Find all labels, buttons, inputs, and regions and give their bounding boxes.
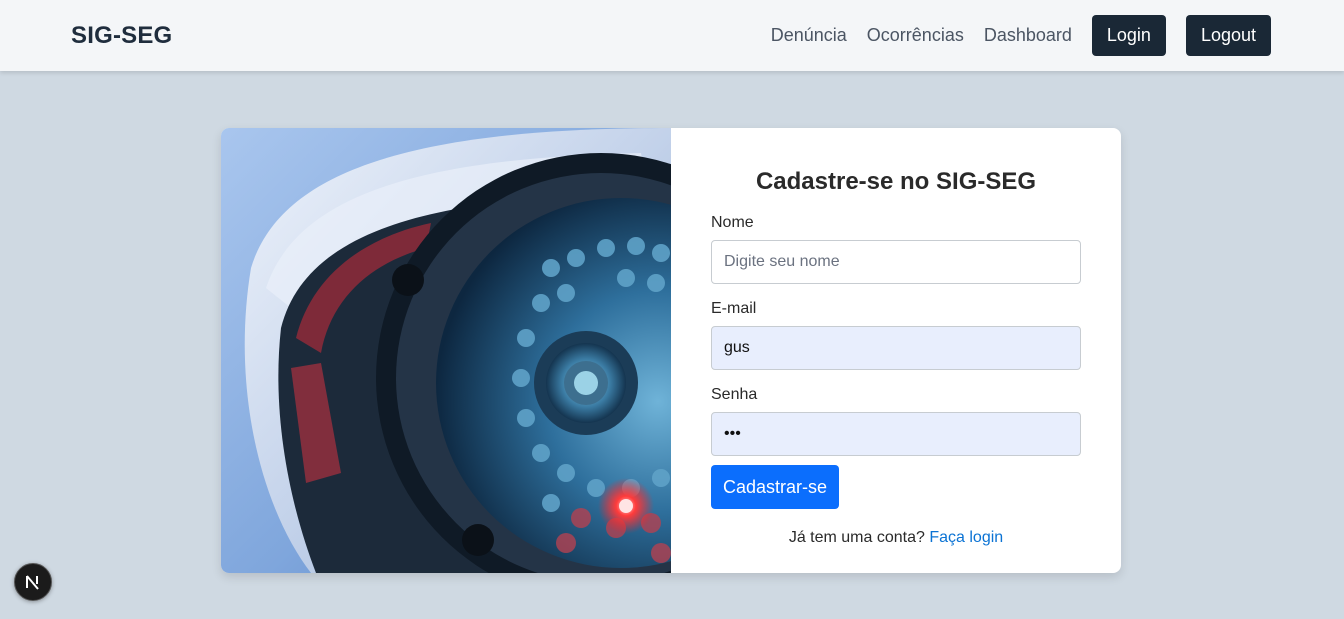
form-title: Cadastre-se no SIG-SEG: [755, 168, 1037, 195]
signup-card: Cadastre-se no SIG-SEG Nome E-mail Senha…: [221, 128, 1121, 573]
nav-links: Denúncia Ocorrências Dashboard Login Log…: [771, 15, 1271, 56]
login-prompt: Já tem uma conta? Faça login: [711, 529, 1081, 547]
password-input[interactable]: [711, 412, 1081, 456]
nextjs-logo-icon[interactable]: [14, 563, 52, 601]
signup-submit-button[interactable]: Cadastrar-se: [711, 465, 840, 509]
name-input[interactable]: [711, 240, 1081, 284]
nav-link-denuncia[interactable]: Denúncia: [771, 15, 847, 56]
email-label: E-mail: [711, 300, 757, 317]
password-label: Senha: [711, 386, 758, 403]
brand-logo[interactable]: SIG-SEG: [71, 22, 172, 50]
name-label: Nome: [711, 214, 754, 231]
logout-button[interactable]: Logout: [1185, 15, 1271, 56]
signup-form: Cadastre-se no SIG-SEG Nome E-mail Senha…: [671, 128, 1121, 573]
security-camera-image: [221, 128, 671, 573]
top-navbar: SIG-SEG Denúncia Ocorrências Dashboard L…: [0, 0, 1344, 71]
email-input[interactable]: [711, 326, 1081, 370]
nav-link-dashboard[interactable]: Dashboard: [984, 15, 1072, 56]
login-link[interactable]: Faça login: [929, 529, 1003, 546]
nav-link-ocorrencias[interactable]: Ocorrências: [867, 15, 964, 56]
login-button[interactable]: Login: [1091, 15, 1166, 56]
login-prompt-text: Já tem uma conta?: [788, 529, 925, 546]
